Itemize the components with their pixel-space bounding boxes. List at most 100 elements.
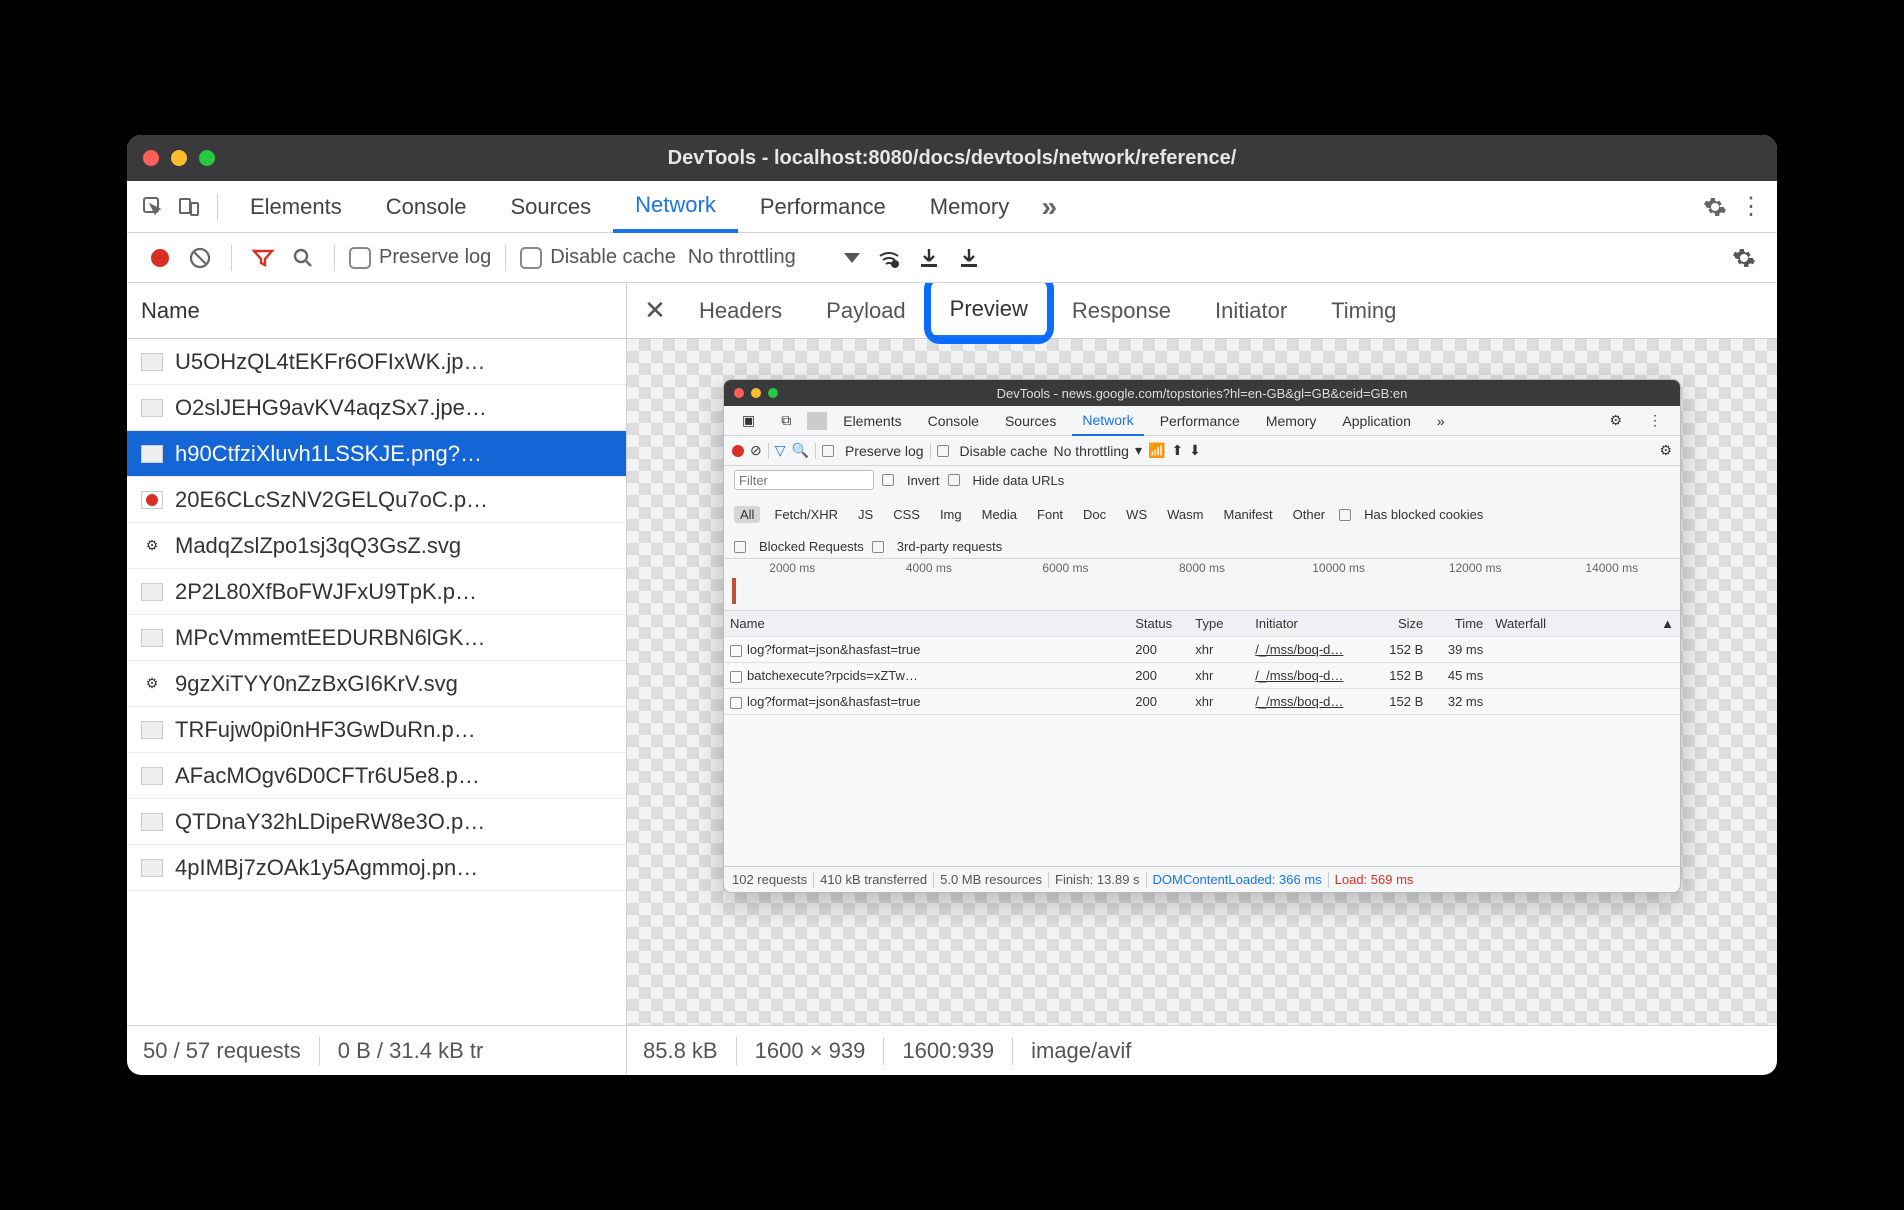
tab-preview[interactable]: Preview	[928, 283, 1050, 339]
inner-col-status: Status	[1129, 616, 1189, 631]
close-detail-icon[interactable]: ✕	[633, 289, 677, 333]
request-name: MPcVmmemtEEDURBN6lGK…	[175, 625, 485, 651]
inner-third-party: 3rd-party requests	[897, 539, 1003, 554]
request-name: U5OHzQL4tEKFr6OFIxWK.jp…	[175, 349, 486, 375]
tab-initiator[interactable]: Initiator	[1193, 283, 1309, 339]
preserve-log-checkbox[interactable]: Preserve log	[349, 246, 491, 269]
export-har-icon[interactable]	[952, 241, 986, 275]
request-row[interactable]: ⚙9gzXiTYY0nZzBxGI6KrV.svg	[127, 661, 626, 707]
inner-gear-icon: ⚙	[1599, 412, 1632, 429]
timeline-tick: 2000 ms	[724, 561, 861, 610]
sidebar-header[interactable]: Name	[127, 283, 626, 339]
maximize-window-button[interactable]	[199, 150, 215, 166]
request-row[interactable]: U5OHzQL4tEKFr6OFIxWK.jp…	[127, 339, 626, 385]
inner-tab-elements: Elements	[833, 413, 911, 429]
inner-type-other: Other	[1287, 506, 1332, 523]
settings-icon[interactable]	[1697, 189, 1733, 225]
request-row[interactable]: 2P2L80XfBoFWJFxU9TpK.p…	[127, 569, 626, 615]
request-row[interactable]: TRFujw0pi0nHF3GwDuRn.p…	[127, 707, 626, 753]
image-file-icon	[141, 721, 163, 739]
inner-type-js: JS	[852, 506, 879, 523]
inner-invert: Invert	[907, 473, 940, 488]
image-file-icon	[141, 399, 163, 417]
request-row[interactable]: 4pIMBj7zOAk1y5Agmmoj.pn…	[127, 845, 626, 891]
tab-headers[interactable]: Headers	[677, 283, 804, 339]
inner-type-all: All	[734, 506, 760, 523]
inner-disable-cache: Disable cache	[960, 443, 1048, 459]
tab-console[interactable]: Console	[364, 181, 489, 233]
inner-type-doc: Doc	[1077, 506, 1112, 523]
inner-inspect-icon: ▣	[732, 412, 765, 429]
inner-type-wasm: Wasm	[1161, 506, 1209, 523]
inspect-icon[interactable]	[135, 189, 171, 225]
clear-button[interactable]	[183, 241, 217, 275]
inner-window-title: DevTools - news.google.com/topstories?hl…	[724, 386, 1680, 401]
device-toggle-icon[interactable]	[171, 189, 207, 225]
more-tabs-icon[interactable]: »	[1031, 189, 1067, 225]
inner-type-xhr: Fetch/XHR	[768, 506, 844, 523]
tab-performance[interactable]: Performance	[738, 181, 908, 233]
throttling-select[interactable]: No throttling	[682, 246, 866, 269]
close-window-button[interactable]	[143, 150, 159, 166]
disable-cache-checkbox[interactable]: Disable cache	[520, 246, 676, 269]
inner-preserve-log: Preserve log	[845, 443, 924, 459]
traffic-lights	[143, 150, 215, 166]
inner-status-bar: 102 requests 410 kB transferred 5.0 MB r…	[724, 866, 1680, 892]
detail-tabs: ✕ Headers Payload Preview Response Initi…	[627, 283, 1777, 339]
tab-memory[interactable]: Memory	[908, 181, 1031, 233]
file-list: U5OHzQL4tEKFr6OFIxWK.jp… O2slJEHG9avKV4aq…	[127, 339, 626, 1025]
request-row[interactable]: ⚙MadqZslZpo1sj3qQ3GsZ.svg	[127, 523, 626, 569]
inner-request-row: batchexecute?rpcids=xZTw…200xhr/_/mss/bo…	[724, 663, 1680, 689]
request-name: QTDnaY32hLDipeRW8e3O.p…	[175, 809, 485, 835]
chevron-down-icon	[844, 253, 860, 263]
svg-file-icon: ⚙	[141, 537, 163, 555]
request-row[interactable]: h90CtfziXluvh1LSSKJE.png?…	[127, 431, 626, 477]
minimize-window-button[interactable]	[171, 150, 187, 166]
tab-response[interactable]: Response	[1050, 283, 1193, 339]
inner-col-type: Type	[1189, 616, 1249, 631]
search-icon[interactable]	[286, 241, 320, 275]
inner-dcl: DOMContentLoaded: 366 ms	[1153, 872, 1322, 887]
request-row[interactable]: QTDnaY32hLDipeRW8e3O.p…	[127, 799, 626, 845]
inner-type-img: Img	[934, 506, 968, 523]
request-row[interactable]: 20E6CLcSzNV2GELQu7oC.p…	[127, 477, 626, 523]
request-row[interactable]: O2slJEHG9avKV4aqzSx7.jpe…	[127, 385, 626, 431]
detail-status-bar: 85.8 kB 1600 × 939 1600:939 image/avif	[627, 1025, 1777, 1075]
inner-blocked-requests: Blocked Requests	[759, 539, 864, 554]
inner-col-time: Time	[1429, 616, 1489, 631]
preview-mime: image/avif	[1031, 1038, 1131, 1064]
inner-req-count: 102 requests	[732, 872, 807, 887]
tab-sources[interactable]: Sources	[488, 181, 613, 233]
inner-load: Load: 569 ms	[1335, 872, 1414, 887]
inner-controls: ⊘ ▽🔍 Preserve log Disable cache No throt…	[724, 436, 1680, 466]
filter-icon[interactable]	[246, 241, 280, 275]
svg-file-icon: ⚙	[141, 675, 163, 693]
kebab-menu-icon[interactable]: ⋮	[1733, 189, 1769, 225]
import-har-icon[interactable]	[912, 241, 946, 275]
tab-timing[interactable]: Timing	[1309, 283, 1418, 339]
tab-payload[interactable]: Payload	[804, 283, 928, 339]
image-file-icon	[141, 491, 163, 509]
inner-type-manifest: Manifest	[1217, 506, 1278, 523]
inner-tab-network: Network	[1072, 406, 1143, 436]
timeline-tick: 4000 ms	[861, 561, 998, 610]
network-controls: Preserve log Disable cache No throttling	[127, 233, 1777, 283]
inner-filter-input	[734, 470, 874, 490]
network-conditions-icon[interactable]	[872, 241, 906, 275]
image-file-icon	[141, 445, 163, 463]
inner-type-media: Media	[976, 506, 1023, 523]
inner-type-css: CSS	[887, 506, 926, 523]
inner-timeline: 2000 ms4000 ms6000 ms8000 ms10000 ms1200…	[724, 559, 1680, 611]
sidebar-status: 50 / 57 requests 0 B / 31.4 kB tr	[127, 1025, 626, 1075]
tab-elements[interactable]: Elements	[228, 181, 364, 233]
tab-network[interactable]: Network	[613, 181, 738, 233]
body-split: Name U5OHzQL4tEKFr6OFIxWK.jp… O2slJEHG9av…	[127, 283, 1777, 1075]
timeline-tick: 6000 ms	[997, 561, 1134, 610]
inner-titlebar: DevTools - news.google.com/topstories?hl…	[724, 380, 1680, 406]
request-row[interactable]: AFacMOgv6D0CFTr6U5e8.p…	[127, 753, 626, 799]
panel-settings-icon[interactable]	[1727, 241, 1761, 275]
request-row[interactable]: MPcVmmemtEEDURBN6lGK…	[127, 615, 626, 661]
inner-col-name: Name	[724, 616, 1129, 631]
timeline-tick: 12000 ms	[1407, 561, 1544, 610]
record-button[interactable]	[143, 241, 177, 275]
